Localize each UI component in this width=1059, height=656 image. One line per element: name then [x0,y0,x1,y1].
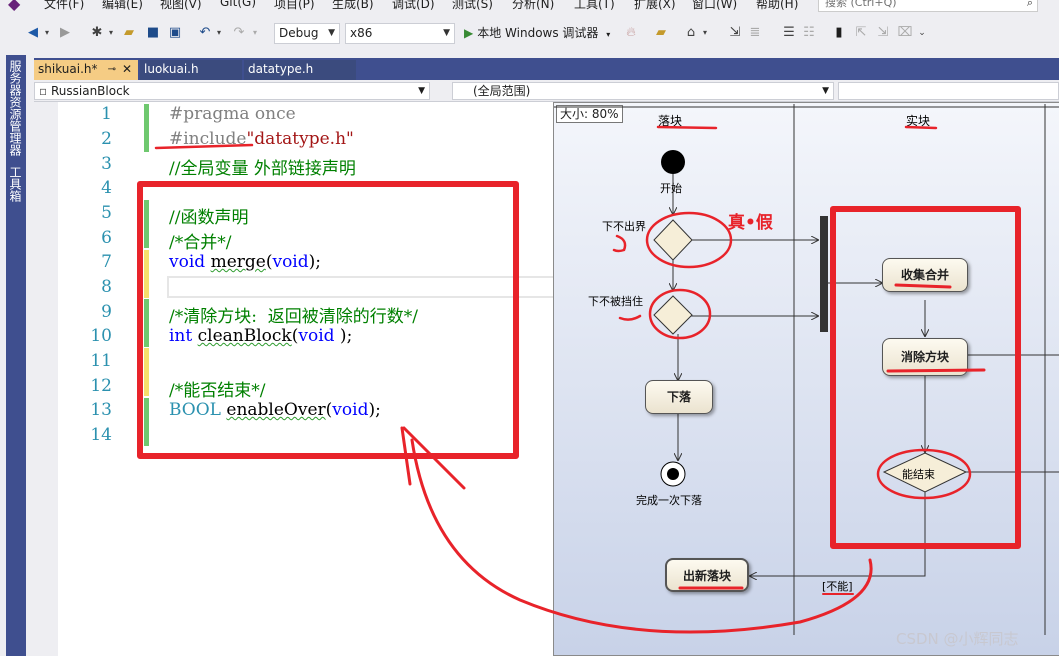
end-label: 完成一次下落 [636,494,702,507]
action-merge[interactable]: 收集合并 [882,258,968,292]
diagram-connectors [554,104,1059,635]
decision-not-blocked [653,295,693,335]
final-node [667,468,679,480]
guard-cannot-label: [不能] [822,580,853,593]
start-node [661,150,685,174]
action-fall[interactable]: 下落 [645,380,713,414]
start-label: 开始 [660,182,682,195]
decision-end-label: 能结束 [902,468,935,481]
fork-bar [820,216,828,332]
decision-in-bounds [653,219,693,261]
true-false-annotation: 真•假 [728,213,773,233]
decision1-label: 下不出界 [602,220,646,233]
action-new-block[interactable]: 出新落块 [665,558,749,592]
action-clear[interactable]: 消除方块 [882,338,968,376]
decision2-label: 下不被挡住 [588,295,643,308]
watermark: CSDN @小辉同志 [896,630,1019,648]
